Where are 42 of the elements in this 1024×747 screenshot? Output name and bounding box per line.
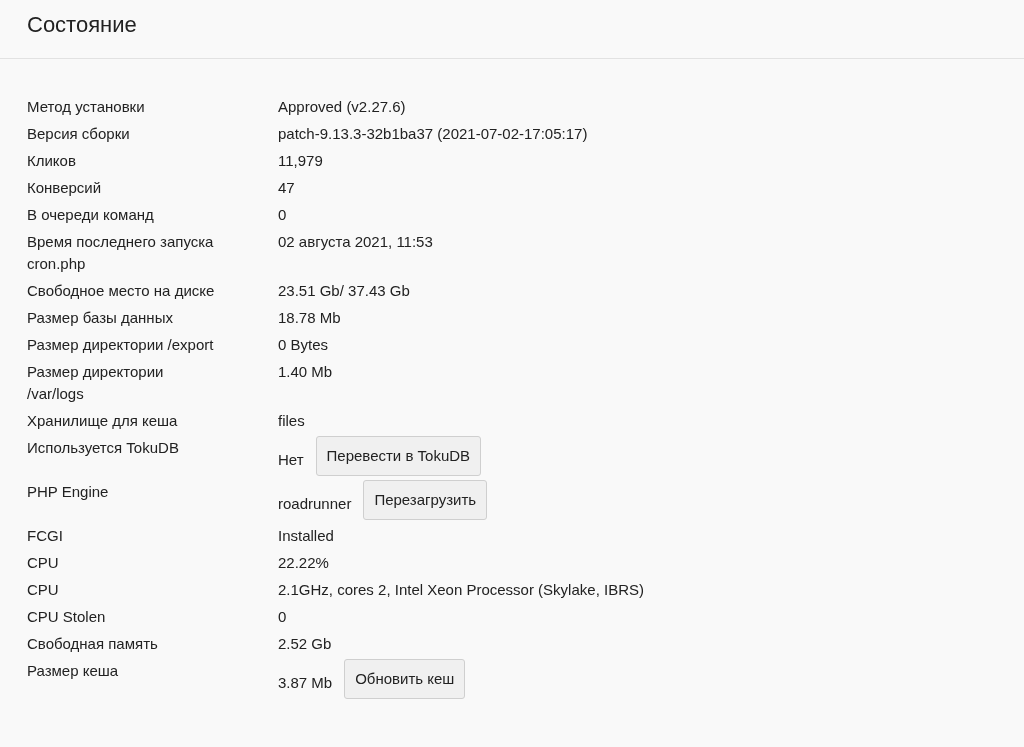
row-label: В очереди команд: [27, 205, 154, 225]
row-value: 1.40 Mb: [278, 362, 333, 382]
row-value: 18.78 Mb: [278, 308, 341, 328]
row-value: Нет: [278, 450, 304, 470]
row-label: CPU: [27, 580, 59, 600]
row-value: 0 Bytes: [278, 335, 329, 355]
row-value: 2.52 Gb: [278, 634, 332, 654]
row-value: 0: [278, 607, 287, 627]
row-label: Свободная память: [27, 634, 158, 654]
row-label: Кликов: [27, 151, 76, 171]
row-value: 0: [278, 205, 287, 225]
row-label: Хранилище для кеша: [27, 411, 178, 431]
row-label: Размер базы данных: [27, 308, 173, 328]
row-value: roadrunner: [278, 494, 352, 514]
action-button[interactable]: Перевести в TokuDB: [315, 436, 482, 476]
row-value: 47: [278, 178, 295, 198]
row-label: Размер директории /var/logs: [27, 362, 164, 404]
row-label: PHP Engine: [27, 482, 109, 502]
row-label: Свободное место на диске: [27, 281, 215, 301]
row-label: Конверсий: [27, 178, 102, 198]
row-value: patch-9.13.3-32b1ba37 (2021-07-02-17:05:17): [278, 124, 588, 144]
page-title: Состояние: [27, 12, 137, 38]
action-button[interactable]: Перезагрузить: [363, 480, 488, 520]
row-value: 2.1GHz, cores 2, Intel Xeon Processor (Skylake, IBRS): [278, 580, 644, 600]
row-value: Installed: [278, 526, 334, 546]
row-label: FCGI: [27, 526, 63, 546]
row-value: 02 августа 2021, 11:53: [278, 232, 433, 252]
row-label: Размер директории /export: [27, 335, 214, 355]
row-label: CPU Stolen: [27, 607, 106, 627]
row-value: Approved (v2.27.6): [278, 97, 406, 117]
row-label: Версия сборки: [27, 124, 130, 144]
row-label: Используется TokuDB: [27, 438, 179, 458]
row-label: Размер кеша: [27, 661, 119, 681]
row-value: 23.51 Gb/ 37.43 Gb: [278, 281, 410, 301]
row-value: 3.87 Mb: [278, 673, 333, 693]
row-value: 11,979: [278, 151, 323, 171]
row-label: CPU: [27, 553, 59, 573]
row-label: Метод установки: [27, 97, 145, 117]
row-value: files: [278, 411, 305, 431]
row-value: 22.22%: [278, 553, 329, 573]
action-button[interactable]: Обновить кеш: [344, 659, 466, 699]
row-label: Время последнего запуска cron.php: [27, 232, 214, 274]
